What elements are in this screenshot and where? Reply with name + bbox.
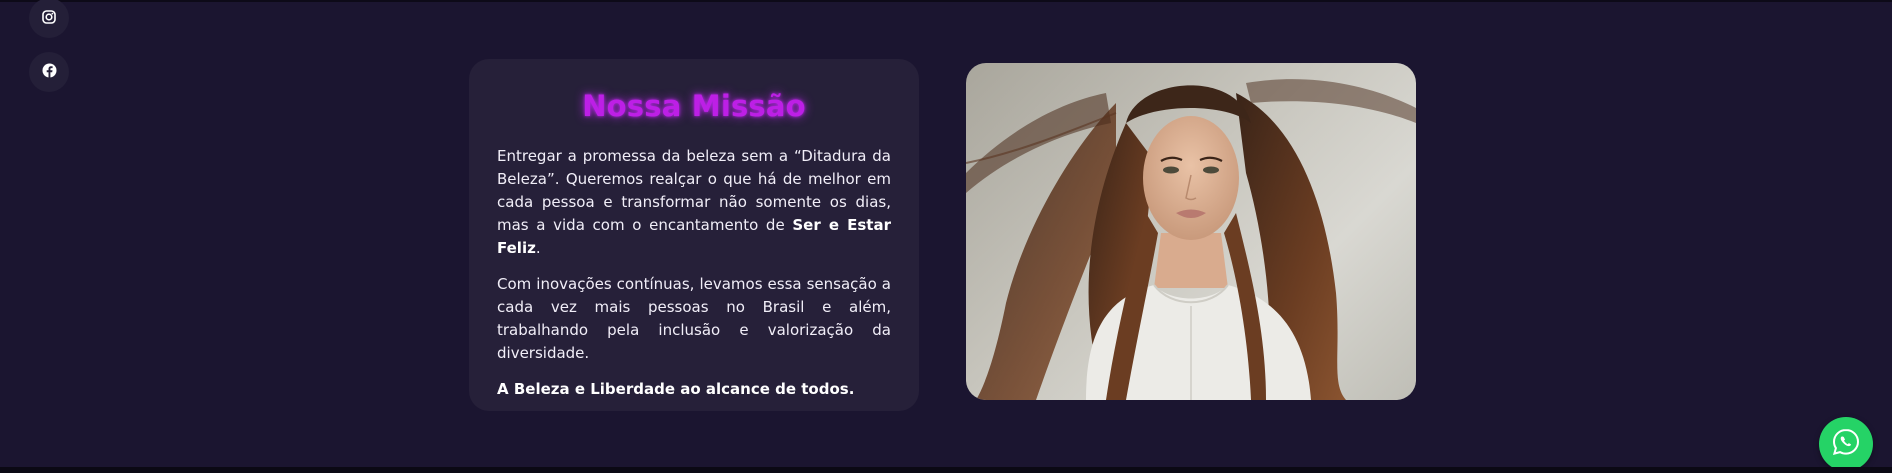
instagram-icon: [42, 9, 56, 28]
whatsapp-icon: [1831, 427, 1861, 461]
instagram-link[interactable]: [29, 0, 69, 38]
bottom-divider: [0, 467, 1892, 473]
mission-card: Nossa Missão Entregar a promessa da bele…: [469, 59, 919, 411]
whatsapp-button[interactable]: [1819, 417, 1873, 471]
top-divider: [0, 0, 1892, 2]
facebook-icon: [42, 63, 57, 82]
mission-paragraph-1-end: .: [535, 239, 541, 257]
model-photo: [966, 63, 1416, 400]
facebook-link[interactable]: [29, 52, 69, 92]
mission-paragraph-2: Com inovações contínuas, levamos essa se…: [497, 275, 891, 362]
mission-title: Nossa Missão: [582, 89, 806, 123]
mission-tagline: A Beleza e Liberdade ao alcance de todos…: [497, 380, 855, 398]
mission-paragraph-1: Entregar a promessa da beleza sem a “Dit…: [497, 145, 891, 260]
